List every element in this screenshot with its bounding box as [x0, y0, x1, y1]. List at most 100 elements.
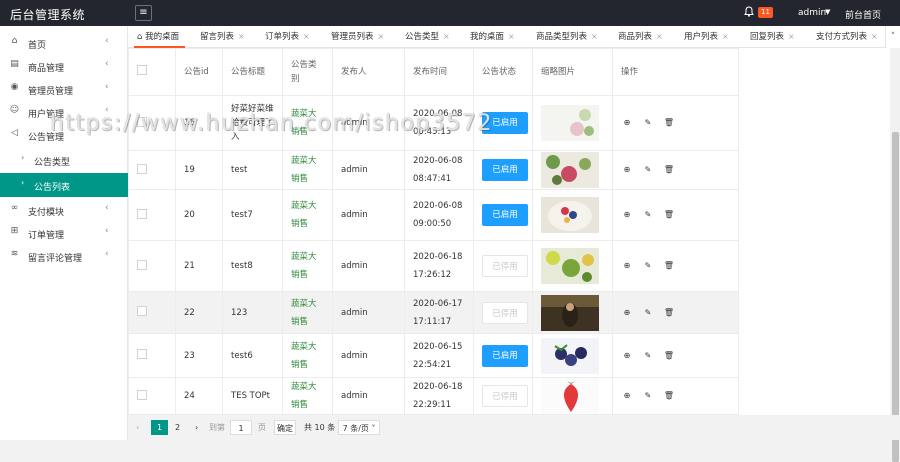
checkbox-cell[interactable] [128, 240, 176, 292]
sidebar-subitem-notice-types[interactable]: › 公告类型 [0, 148, 128, 172]
download-icon[interactable]: ⊕ [621, 351, 633, 360]
close-icon[interactable]: × [788, 32, 795, 41]
close-icon[interactable]: × [238, 32, 245, 41]
tab-admin-list[interactable]: 管理员列表 × [331, 26, 384, 48]
checkbox-cell[interactable] [128, 291, 176, 334]
tab-order-list[interactable]: 订单列表 × [265, 26, 310, 48]
edit-icon[interactable]: ✎ [642, 261, 654, 270]
delete-icon[interactable]: 🗑 [663, 391, 675, 400]
tabs-more-chevron-down-icon[interactable]: ˅ [885, 26, 900, 48]
sidebar-item-orders[interactable]: ⊞ 订单管理 ‹ [0, 221, 128, 245]
delete-icon[interactable]: 🗑 [663, 118, 675, 127]
select-all-checkbox[interactable] [137, 64, 147, 75]
page-1-button[interactable]: 1 [151, 420, 168, 435]
sidebar-item-label: 订单管理 [28, 231, 65, 241]
status-button[interactable]: 已启用 [482, 204, 528, 226]
page-2-button[interactable]: 2 [169, 420, 186, 435]
status-button[interactable]: 已启用 [482, 159, 528, 181]
checkbox-cell[interactable] [128, 150, 176, 190]
edit-icon[interactable]: ✎ [642, 351, 654, 360]
status-button[interactable]: 已停用 [482, 255, 528, 277]
row-checkbox[interactable] [137, 208, 147, 219]
download-icon[interactable]: ⊕ [621, 165, 633, 174]
delete-icon[interactable]: 🗑 [663, 308, 675, 317]
title-cell: test7 [222, 189, 283, 241]
bell-icon[interactable] [744, 6, 754, 20]
close-icon[interactable]: × [656, 32, 663, 41]
download-icon[interactable]: ⊕ [621, 308, 633, 317]
close-icon[interactable]: × [303, 32, 310, 41]
edit-icon[interactable]: ✎ [642, 210, 654, 219]
sidebar-item-label: 公告管理 [28, 133, 65, 143]
sidebar-item-home[interactable]: ⌂ 首页 ‹ [0, 31, 128, 55]
tab-desktop-home[interactable]: ⌂ 我的桌面 [133, 26, 186, 48]
delete-icon[interactable]: 🗑 [663, 261, 675, 270]
publisher-cell: admin [332, 189, 405, 241]
status-button[interactable]: 已启用 [482, 112, 528, 134]
tab-payment-list[interactable]: 支付方式列表 × [816, 26, 878, 48]
row-checkbox[interactable] [137, 306, 147, 316]
prev-page-button[interactable]: ‹ [136, 420, 139, 435]
download-icon[interactable]: ⊕ [621, 261, 633, 270]
close-icon[interactable]: × [591, 32, 598, 41]
title-cell: test6 [222, 333, 283, 378]
checkbox-cell[interactable] [128, 333, 176, 378]
status-button[interactable]: 已停用 [482, 301, 528, 324]
sidebar-subitem-notice-list[interactable]: › 公告列表 [0, 173, 128, 197]
sidebar-item-users[interactable]: ☺ 用户管理 ‹ [0, 100, 128, 124]
checkbox-cell[interactable] [128, 189, 176, 241]
close-icon[interactable]: × [443, 32, 450, 41]
edit-icon[interactable]: ✎ [642, 165, 654, 174]
row-checkbox[interactable] [137, 116, 147, 127]
row-checkbox[interactable] [137, 259, 147, 270]
publisher-cell: admin [332, 240, 405, 292]
tab-user-list[interactable]: 用户列表 × [684, 26, 729, 48]
status-button[interactable]: 已启用 [482, 344, 528, 367]
close-icon[interactable]: × [871, 32, 878, 41]
delete-icon[interactable]: 🗑 [663, 351, 675, 360]
tab-message-list[interactable]: 留言列表 × [200, 26, 245, 48]
user-menu[interactable]: admin [798, 8, 826, 18]
tab-desktop[interactable]: 我的桌面 × [470, 26, 515, 48]
delete-icon[interactable]: 🗑 [663, 165, 675, 174]
delete-icon[interactable]: 🗑 [663, 210, 675, 219]
checkbox-cell[interactable] [128, 377, 176, 415]
close-icon[interactable]: × [378, 32, 385, 41]
scrollbar-thumb[interactable] [892, 132, 899, 462]
status-cell: 已停用 [473, 291, 533, 334]
edit-icon[interactable]: ✎ [642, 308, 654, 317]
id-cell: 22 [175, 291, 223, 334]
checkbox-cell[interactable] [128, 95, 176, 151]
status-button[interactable]: 已停用 [482, 385, 528, 407]
row-checkbox[interactable] [137, 163, 147, 174]
close-icon[interactable]: × [722, 32, 729, 41]
thumbnail-image [541, 105, 599, 141]
page-size-select[interactable]: 7 条/页 ˅ [338, 420, 380, 435]
row-checkbox[interactable] [137, 389, 147, 400]
download-icon[interactable]: ⊕ [621, 118, 633, 127]
page-number-input[interactable]: 1 [230, 420, 252, 435]
front-home-link[interactable]: 前台首页 [845, 8, 881, 21]
caret-down-icon[interactable]: ▼ [825, 8, 830, 16]
tab-goods-list[interactable]: 商品列表 × [618, 26, 663, 48]
sidebar-item-notices[interactable]: ◁ 公告管理 ˅ [0, 123, 128, 147]
next-page-button[interactable]: › [195, 420, 198, 435]
edit-icon[interactable]: ✎ [642, 391, 654, 400]
row-checkbox[interactable] [137, 349, 147, 359]
edit-icon[interactable]: ✎ [642, 118, 654, 127]
vertical-scrollbar[interactable] [891, 48, 900, 462]
tab-label: 公告类型 [405, 32, 440, 42]
category-cell: 蔬菜大销售 [282, 377, 333, 415]
tab-goods-type-list[interactable]: 商品类型列表 × [536, 26, 598, 48]
sidebar-item-payment[interactable]: ∞ 支付模块 ‹ [0, 198, 128, 222]
tab-notice-type[interactable]: 公告类型 × [405, 26, 450, 48]
page-confirm-button[interactable]: 确定 [274, 420, 296, 435]
menu-toggle-icon[interactable]: ≡ [135, 5, 152, 21]
close-icon[interactable]: × [508, 32, 515, 41]
sidebar-item-goods[interactable]: ▤ 商品管理 ‹ [0, 54, 128, 78]
download-icon[interactable]: ⊕ [621, 391, 633, 400]
download-icon[interactable]: ⊕ [621, 210, 633, 219]
sidebar-item-comments[interactable]: ≋ 留言评论管理 ‹ [0, 244, 128, 268]
tab-reply-list[interactable]: 回复列表 × [750, 26, 795, 48]
sidebar-item-admins[interactable]: ◉ 管理员管理 ‹ [0, 77, 128, 101]
